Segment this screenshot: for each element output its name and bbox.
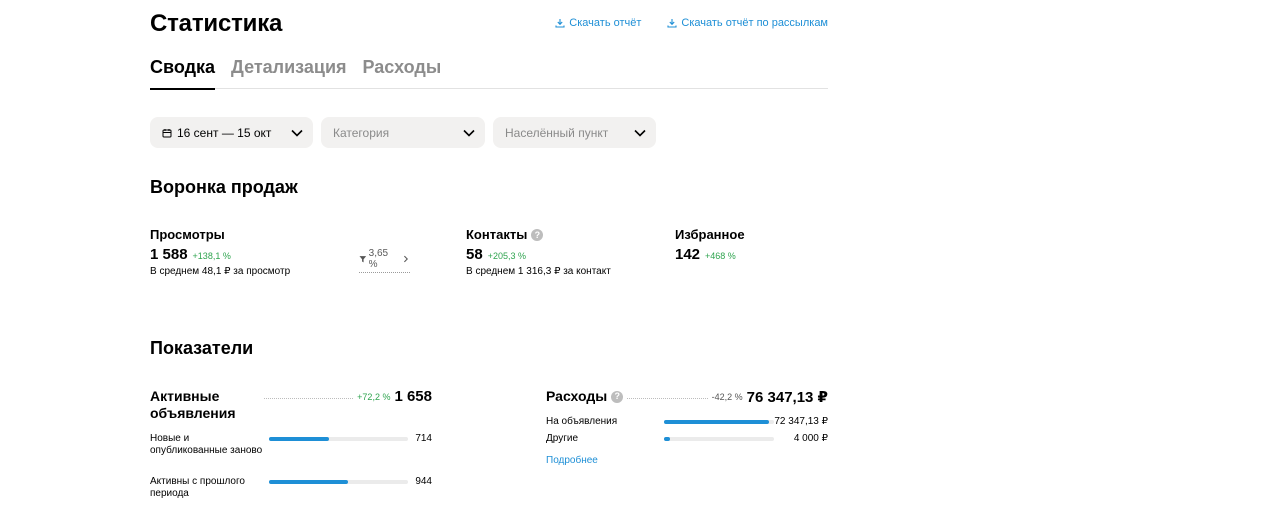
bar-value: 4 000 ₽ [793,433,828,444]
bar-label: Другие [546,433,579,444]
dotted-leader [627,388,708,399]
tab-details[interactable]: Детализация [231,55,347,89]
contacts-value-row: 58 +205,3 % [466,246,611,263]
conversion-rate[interactable]: 3,65 % [359,248,410,273]
bar-fill [664,420,769,424]
contacts-sub: В среднем 1 316,3 ₽ за контакт [466,266,611,277]
report-links: Скачать отчёт Скачать отчёт по рассылкам [555,17,828,29]
bar-fill [664,437,670,441]
question-icon[interactable]: ? [611,390,624,403]
expenses-delta: -42,2 % [711,392,743,402]
active-ads-header: Активные объявления +72,2 % 1 658 [150,388,432,422]
contacts-delta: +205,3 % [487,251,526,261]
views-value-row: 1 588 +138,1 % [150,246,290,263]
more-details-link[interactable]: Подробнее [546,455,598,466]
contacts-value: 58 [466,246,483,263]
funnel-title: Воронка продаж [150,177,298,197]
active-ads-row-prev: Активны с прошлого периода 944 [150,476,432,500]
views-block: Просмотры 1 588 +138,1 % В среднем 48,1 … [150,227,290,277]
views-value: 1 588 [150,246,188,263]
date-range-select[interactable]: 16 сент — 15 окт [150,117,313,148]
active-ads-delta: +72,2 % [357,392,391,402]
funnel-icon [359,256,367,263]
chevron-down-icon [291,129,303,137]
chevron-down-icon [634,129,646,137]
category-select[interactable]: Категория [321,117,485,148]
expenses-value: 76 347,13 ₽ [746,389,828,406]
bar-track [269,480,408,484]
download-icon [667,19,677,28]
bar-value: 72 347,13 ₽ [774,416,828,427]
download-report-link[interactable]: Скачать отчёт [555,17,641,29]
bar-fill [269,480,349,484]
expenses-label: Расходы [546,388,608,404]
download-icon [555,19,565,28]
views-delta: +138,1 % [192,251,231,261]
active-ads-row-new: Новые и опубликованные заново 714 [150,433,432,457]
contacts-label-row: Контакты ? [466,227,611,242]
contacts-block: Контакты ? 58 +205,3 % В среднем 1 316,3… [466,227,611,277]
download-mailing-report-label: Скачать отчёт по рассылкам [681,17,828,29]
active-ads-label: Активные объявления [150,388,236,421]
dotted-leader [264,388,354,399]
bar-label: На объявления [546,416,618,427]
download-mailing-report-link[interactable]: Скачать отчёт по рассылкам [667,17,828,29]
favorites-block: Избранное 142 +468 % [675,227,745,263]
bar-fill [269,437,329,441]
date-range-value: 16 сент — 15 окт [177,125,272,140]
date-range-value-wrap: 16 сент — 15 окт [162,126,271,140]
expenses-row-ads: На объявления 72 347,13 ₽ [546,416,828,428]
views-label: Просмотры [150,227,225,242]
expenses-row-other: Другие 4 000 ₽ [546,433,828,445]
conversion-value: 3,65 % [368,248,389,270]
page-title: Статистика [150,10,283,37]
chevron-right-icon [404,255,409,263]
chevron-down-icon [463,129,475,137]
tab-summary[interactable]: Сводка [150,55,216,90]
tabs: Сводка Детализация Расходы [150,55,828,90]
tab-expenses[interactable]: Расходы [363,55,442,89]
metrics-title: Показатели [150,338,254,358]
bar-label: Активны с прошлого периода [150,476,245,499]
favorites-value-row: 142 +468 % [675,246,745,263]
category-placeholder: Категория [333,125,390,140]
city-placeholder: Населённый пункт [505,125,609,140]
city-select[interactable]: Населённый пункт [493,117,656,148]
calendar-icon [162,128,172,137]
active-ads-value: 1 658 [394,388,432,405]
favorites-delta: +468 % [705,251,736,261]
expenses-header: Расходы ? -42,2 % 76 347,13 ₽ [546,388,828,406]
favorites-value: 142 [675,246,701,263]
contacts-label: Контакты [466,227,528,242]
bar-value: 944 [415,476,432,487]
question-icon[interactable]: ? [531,228,544,241]
download-report-label: Скачать отчёт [569,17,642,29]
bar-track [664,437,774,441]
bar-track [269,437,408,441]
filters: 16 сент — 15 окт Категория Населённый пу… [150,117,656,148]
expenses-label-row: Расходы ? [546,388,624,405]
views-sub: В среднем 48,1 ₽ за просмотр [150,266,291,277]
bar-label: Новые и опубликованные заново [150,433,263,456]
favorites-label: Избранное [675,227,745,242]
bar-track [664,420,774,424]
bar-value: 714 [415,433,432,444]
